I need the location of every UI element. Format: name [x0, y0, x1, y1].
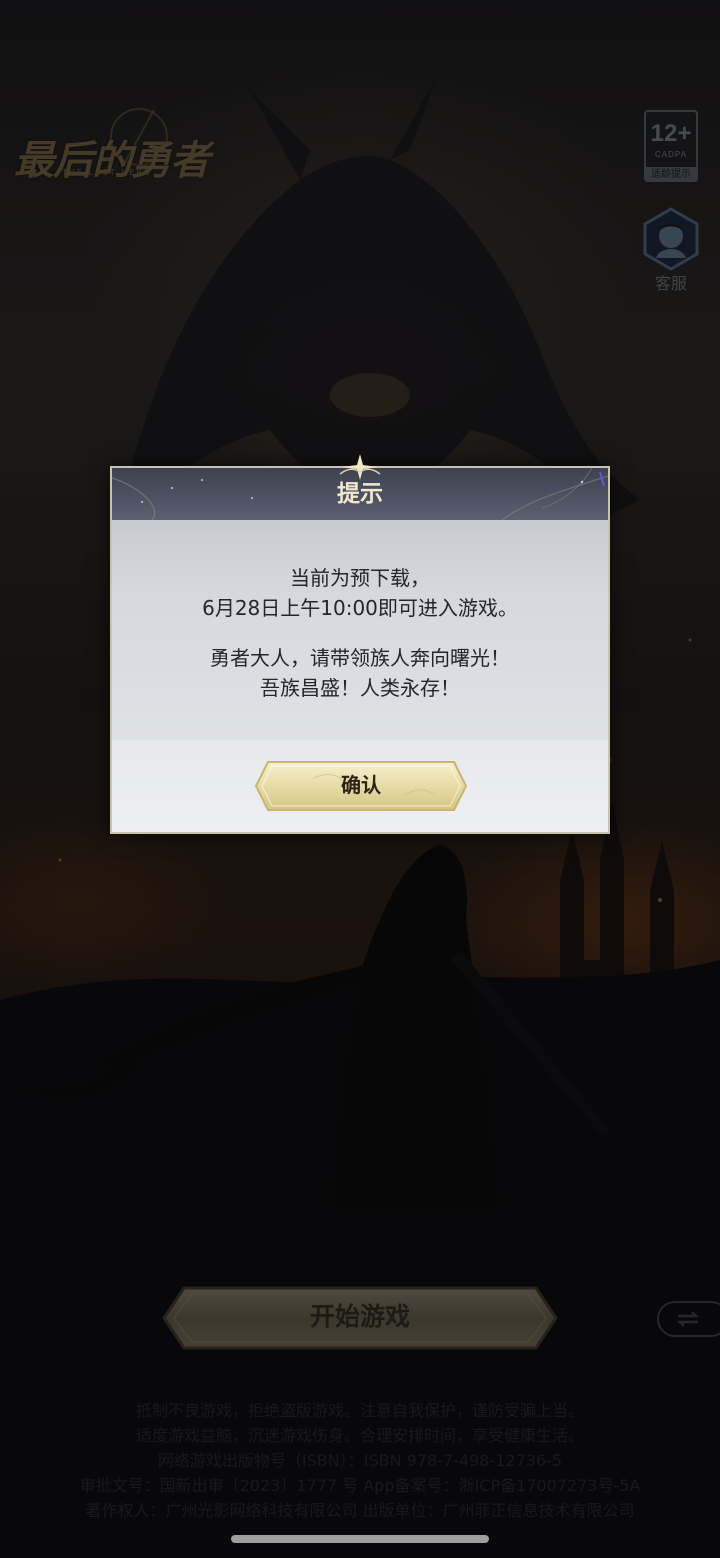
dialog-star-ornament-icon [339, 454, 381, 480]
dialog-message-line: 勇者大人，请带领族人奔向曙光！ [210, 646, 510, 670]
dialog-footer: 确认 [112, 740, 608, 832]
dialog-message-line: 吾族昌盛！人类永存！ [260, 676, 460, 700]
confirm-button-label: 确认 [341, 773, 381, 797]
notice-dialog: 提示 当前为预下载， 6月28日上午10:00即可进入游戏。 勇者大人，请带领族… [110, 454, 610, 834]
dialog-message-line: 当前为预下载， [290, 566, 430, 590]
dialog-message-line: 6月28日上午10:00即可进入游戏。 [202, 596, 518, 620]
confirm-button[interactable]: 确认 [254, 760, 468, 812]
dialog-body: 当前为预下载， 6月28日上午10:00即可进入游戏。 勇者大人，请带领族人奔向… [112, 520, 608, 740]
